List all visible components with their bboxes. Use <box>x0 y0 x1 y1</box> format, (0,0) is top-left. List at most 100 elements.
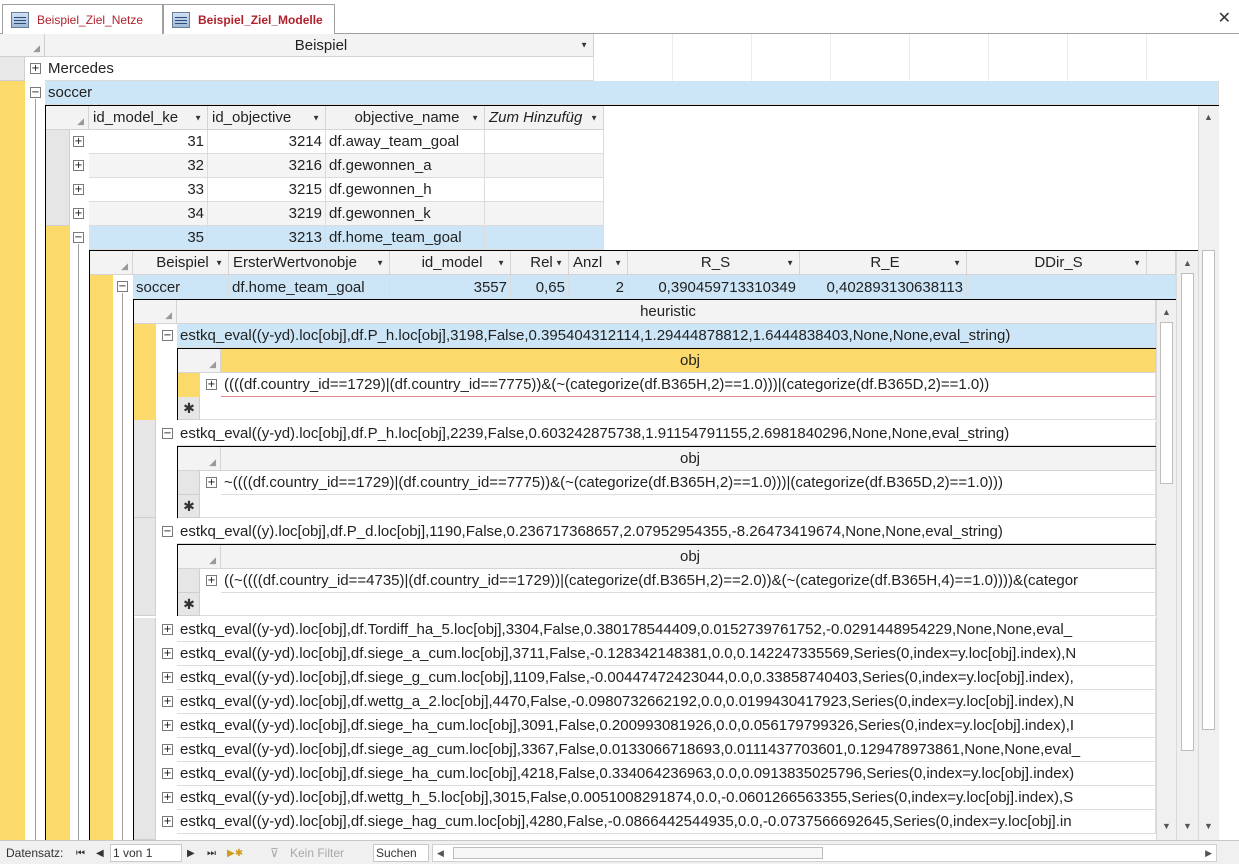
record-selector[interactable] <box>0 57 25 81</box>
tab-beispiel-ziel-modelle[interactable]: Beispiel_Ziel_Modelle <box>163 4 335 35</box>
collapse-icon[interactable]: − <box>162 428 173 439</box>
record-selector-current[interactable] <box>46 226 70 841</box>
dropdown-arrow-icon[interactable]: ▼ <box>953 258 961 267</box>
expand-icon[interactable]: + <box>206 477 217 488</box>
dropdown-arrow-icon[interactable]: ▼ <box>471 113 479 122</box>
new-record-icon[interactable]: ✱ <box>178 593 200 616</box>
table-row[interactable]: ((~((((df.country_id==4735)|(df.country_… <box>221 569 1156 593</box>
table-row-selected[interactable]: estkq_eval((y-yd).loc[obj],df.P_h.loc[ob… <box>177 324 1156 348</box>
record-selector[interactable] <box>134 618 156 840</box>
record-selector[interactable] <box>178 471 200 495</box>
expand-icon[interactable]: + <box>30 63 41 74</box>
dropdown-arrow-icon[interactable]: ▼ <box>376 258 384 267</box>
record-selector-current[interactable] <box>178 373 200 397</box>
scroll-up-icon[interactable]: ▲ <box>1200 108 1217 125</box>
column-header-obj[interactable]: obj <box>221 349 1156 373</box>
collapse-icon[interactable]: − <box>117 281 128 292</box>
column-header-erster-wert[interactable]: ErsterWertvonobje ▼ <box>229 251 390 275</box>
expand-icon[interactable]: + <box>162 744 173 755</box>
column-header-obj[interactable]: obj <box>221 545 1156 569</box>
scroll-thumb[interactable] <box>1181 273 1194 751</box>
cell-empty[interactable] <box>485 202 604 226</box>
column-header-id-model[interactable]: id_model ▼ <box>390 251 511 275</box>
select-all-corner[interactable]: ◢ <box>90 251 133 275</box>
table-row[interactable]: ~((((df.country_id==1729)|(df.country_id… <box>221 471 1156 495</box>
dropdown-arrow-icon[interactable]: ▼ <box>215 258 223 267</box>
collapse-icon[interactable]: − <box>30 87 41 98</box>
record-selector[interactable] <box>46 130 70 226</box>
last-record-icon[interactable]: ⏭ <box>207 844 216 862</box>
cell-empty[interactable] <box>485 226 604 250</box>
dropdown-arrow-icon[interactable]: ▼ <box>312 113 320 122</box>
record-selector-current[interactable] <box>90 275 113 841</box>
scroll-right-icon[interactable]: ▶ <box>1205 848 1212 859</box>
column-header-add-new[interactable]: Zum Hinzufüg ▼ <box>485 106 604 130</box>
table-row[interactable]: estkq_eval((y-yd).loc[obj],df.siege_hag_… <box>177 810 1156 834</box>
cell-empty[interactable] <box>485 130 604 154</box>
expand-icon[interactable]: + <box>206 379 217 390</box>
tab-beispiel-ziel-netze[interactable]: Beispiel_Ziel_Netze <box>2 4 163 34</box>
expand-icon[interactable]: + <box>162 816 173 827</box>
record-selector[interactable] <box>134 518 156 616</box>
record-selector-current[interactable] <box>134 324 156 420</box>
filter-icon[interactable]: ⊽ <box>270 844 279 862</box>
column-header-beispiel[interactable]: Beispiel ▼ <box>133 251 229 275</box>
expand-icon[interactable]: + <box>73 136 84 147</box>
record-selector-current[interactable] <box>0 81 25 841</box>
expand-icon[interactable]: + <box>162 792 173 803</box>
expand-icon[interactable]: + <box>73 184 84 195</box>
select-all-corner[interactable]: ◢ <box>178 447 221 471</box>
dropdown-arrow-icon[interactable]: ▼ <box>1133 258 1141 267</box>
dropdown-arrow-icon[interactable]: ▼ <box>590 113 598 122</box>
column-header-r-s[interactable]: R_S ▼ <box>628 251 800 275</box>
select-all-corner[interactable]: ◢ <box>0 34 45 57</box>
scroll-down-icon[interactable]: ▼ <box>1158 817 1175 834</box>
new-record-nav-icon[interactable]: ▶✱ <box>227 844 243 862</box>
table-row[interactable]: estkq_eval((y).loc[obj],df.P_d.loc[obj],… <box>177 520 1156 544</box>
record-selector[interactable] <box>178 569 200 593</box>
scroll-down-icon[interactable]: ▼ <box>1200 817 1217 834</box>
expand-icon[interactable]: + <box>162 648 173 659</box>
dropdown-arrow-icon[interactable]: ▼ <box>497 258 505 267</box>
column-header-beispiel[interactable]: Beispiel ▼ <box>45 34 594 57</box>
expand-icon[interactable]: + <box>162 624 173 635</box>
new-record-icon[interactable]: ✱ <box>178 397 200 420</box>
table-row[interactable]: ((((df.country_id==1729)|(df.country_id=… <box>221 373 1156 397</box>
close-icon[interactable]: ✕ <box>1218 8 1231 28</box>
vertical-scrollbar[interactable]: ▲ ▼ <box>1198 106 1219 841</box>
new-record-row[interactable] <box>200 495 1156 518</box>
dropdown-arrow-icon[interactable]: ▼ <box>194 113 202 122</box>
scroll-up-icon[interactable]: ▲ <box>1158 303 1175 320</box>
dropdown-arrow-icon[interactable]: ▼ <box>555 258 563 267</box>
expand-icon[interactable]: + <box>73 208 84 219</box>
current-record-field[interactable]: 1 von 1 <box>110 844 182 862</box>
vertical-scrollbar[interactable]: ▲ ▼ <box>1156 300 1176 840</box>
table-row[interactable]: estkq_eval((y-yd).loc[obj],df.siege_ha_c… <box>177 714 1156 738</box>
table-row[interactable]: estkq_eval((y-yd).loc[obj],df.Tordiff_ha… <box>177 618 1156 642</box>
column-header-heuristic[interactable]: heuristic <box>177 300 1156 324</box>
expand-icon[interactable]: + <box>162 720 173 731</box>
column-header-objective-name[interactable]: objective_name ▼ <box>326 106 485 130</box>
scroll-thumb[interactable] <box>1202 250 1215 730</box>
column-header-anzl[interactable]: Anzl ▼ <box>569 251 628 275</box>
scroll-thumb[interactable] <box>453 847 823 859</box>
column-header-rel[interactable]: Rel ▼ <box>511 251 569 275</box>
first-record-icon[interactable]: ⏮ <box>76 844 85 862</box>
column-header-ddir-s[interactable]: DDir_S ▼ <box>967 251 1147 275</box>
select-all-corner[interactable]: ◢ <box>178 545 221 569</box>
column-header-id-objective[interactable]: id_objective ▼ <box>208 106 326 130</box>
collapse-icon[interactable]: − <box>162 526 173 537</box>
collapse-icon[interactable]: − <box>162 330 173 341</box>
cell-ddir-s[interactable] <box>967 275 1176 299</box>
column-header-r-e[interactable]: R_E ▼ <box>800 251 967 275</box>
filter-status[interactable]: Kein Filter <box>290 844 344 862</box>
dropdown-arrow-icon[interactable]: ▼ <box>786 258 794 267</box>
expand-icon[interactable]: + <box>162 672 173 683</box>
expand-icon[interactable]: + <box>162 696 173 707</box>
expand-icon[interactable]: + <box>162 768 173 779</box>
new-record-row[interactable] <box>200 593 1156 616</box>
new-record-icon[interactable]: ✱ <box>178 495 200 518</box>
horizontal-scrollbar[interactable]: ◀ ▶ <box>432 844 1217 862</box>
previous-record-icon[interactable]: ◀ <box>96 844 104 862</box>
table-row[interactable]: estkq_eval((y-yd).loc[obj],df.siege_ha_c… <box>177 762 1156 786</box>
